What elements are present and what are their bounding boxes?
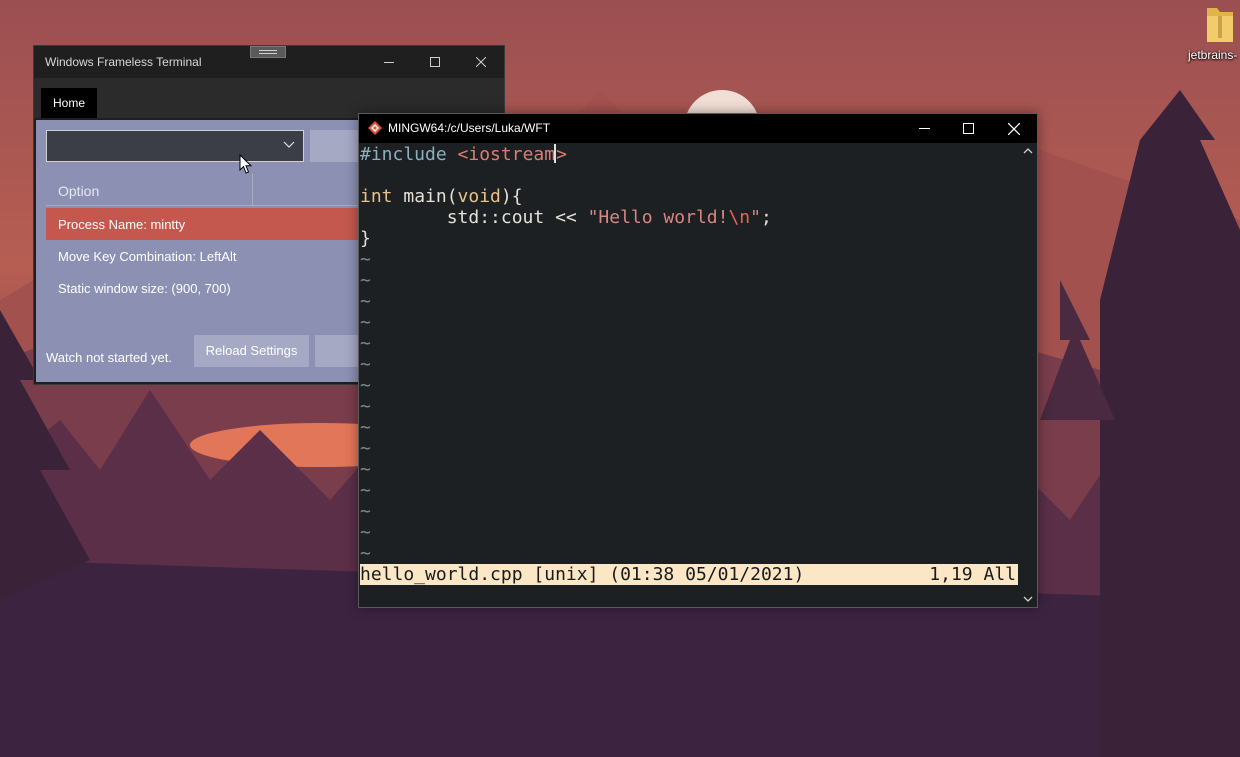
empty-line-tilde: ~ <box>360 396 371 417</box>
minimize-button[interactable] <box>901 114 947 143</box>
maximize-icon <box>962 123 974 134</box>
scroll-down-icon[interactable] <box>1022 593 1034 605</box>
option-row-move-key[interactable]: Move Key Combination: LeftAlt <box>46 240 366 272</box>
code-token: <iostream <box>457 144 556 165</box>
code-token: void <box>457 186 501 207</box>
window-title: MINGW64:/c/Users/Luka/WFT <box>388 121 551 135</box>
empty-line-tilde: ~ <box>360 438 371 459</box>
empty-line-tilde: ~ <box>360 522 371 543</box>
option-row-label: Process Name: mintty <box>58 217 186 232</box>
code-token: " <box>750 207 761 228</box>
code-line: std::cout << "Hello world!\n"; <box>360 207 772 228</box>
close-button[interactable] <box>458 46 504 78</box>
maximize-button[interactable] <box>945 114 991 143</box>
code-token: ){ <box>500 186 523 207</box>
scroll-up-icon[interactable] <box>1022 145 1034 157</box>
empty-line-tilde: ~ <box>360 375 371 396</box>
mintty-titlebar[interactable]: MINGW64:/c/Users/Luka/WFT <box>359 114 1037 143</box>
code-token: ; <box>761 207 772 228</box>
code-token: #include <box>360 144 458 165</box>
vertical-scrollbar[interactable] <box>1019 143 1037 607</box>
tab-home[interactable]: Home <box>41 88 98 118</box>
options-header: Option <box>46 174 366 206</box>
mouse-pointer-icon <box>239 154 253 174</box>
code-token: } <box>360 228 371 249</box>
window-title: Windows Frameless Terminal <box>45 55 202 69</box>
wft-titlebar[interactable]: Windows Frameless Terminal <box>34 46 504 78</box>
vim-statusline: hello_world.cpp [unix] (01:38 05/01/2021… <box>360 564 1018 585</box>
chevron-down-icon <box>283 141 295 148</box>
reload-settings-button[interactable]: Reload Settings <box>194 335 309 367</box>
code-token: std::cout << <box>360 207 588 228</box>
desktop-folder-shortcut[interactable]: jetbrains- <box>1186 2 1240 66</box>
empty-line-tilde: ~ <box>360 270 371 291</box>
empty-line-tilde: ~ <box>360 354 371 375</box>
close-icon <box>476 57 486 67</box>
column-divider[interactable] <box>252 174 253 206</box>
empty-line-tilde: ~ <box>360 333 371 354</box>
code-token: > <box>556 144 567 165</box>
option-row-window-size[interactable]: Static window size: (900, 700) <box>46 272 366 304</box>
column-option: Option <box>58 183 100 199</box>
maximize-button[interactable] <box>412 46 458 78</box>
drag-grip-icon[interactable] <box>250 46 286 58</box>
code-token: main( <box>392 186 458 207</box>
code-token: int <box>360 186 393 207</box>
empty-line-tilde: ~ <box>360 459 371 480</box>
close-icon <box>1008 122 1020 135</box>
code-line: } <box>360 228 371 249</box>
code-token: "Hello world! <box>587 207 729 228</box>
minimize-icon <box>384 62 394 63</box>
empty-line-tilde: ~ <box>360 501 371 522</box>
empty-line-tilde: ~ <box>360 480 371 501</box>
mintty-window: MINGW64:/c/Users/Luka/WFT #include <iost… <box>358 113 1038 608</box>
option-row-process-name[interactable]: Process Name: mintty <box>46 208 366 240</box>
close-button[interactable] <box>991 114 1037 143</box>
code-line: #include <iostream> <box>360 144 567 165</box>
code-line: int main(void){ <box>360 186 523 207</box>
maximize-icon <box>430 57 440 67</box>
option-row-label: Move Key Combination: LeftAlt <box>58 249 237 264</box>
statusline-position: 1,19 All <box>929 564 1016 585</box>
desktop-folder-label: jetbrains- <box>1188 48 1238 62</box>
empty-line-tilde: ~ <box>360 249 371 270</box>
code-token: \n <box>728 207 751 228</box>
minimize-icon <box>918 128 930 129</box>
terminal-area[interactable]: #include <iostream> int main(void){ std:… <box>359 143 1019 607</box>
minimize-button[interactable] <box>366 46 412 78</box>
empty-line-tilde: ~ <box>360 417 371 438</box>
empty-line-tilde: ~ <box>360 312 371 333</box>
empty-line-tilde: ~ <box>360 291 371 312</box>
empty-line-tilde: ~ <box>360 543 371 564</box>
option-row-label: Static window size: (900, 700) <box>58 281 231 296</box>
tab-strip: Home <box>34 78 504 118</box>
watch-status: Watch not started yet. <box>46 350 172 365</box>
statusline-file: hello_world.cpp [unix] (01:38 05/01/2021… <box>360 564 805 585</box>
process-combobox[interactable] <box>46 130 304 162</box>
git-bash-icon <box>368 121 382 135</box>
folder-icon <box>1207 8 1233 42</box>
